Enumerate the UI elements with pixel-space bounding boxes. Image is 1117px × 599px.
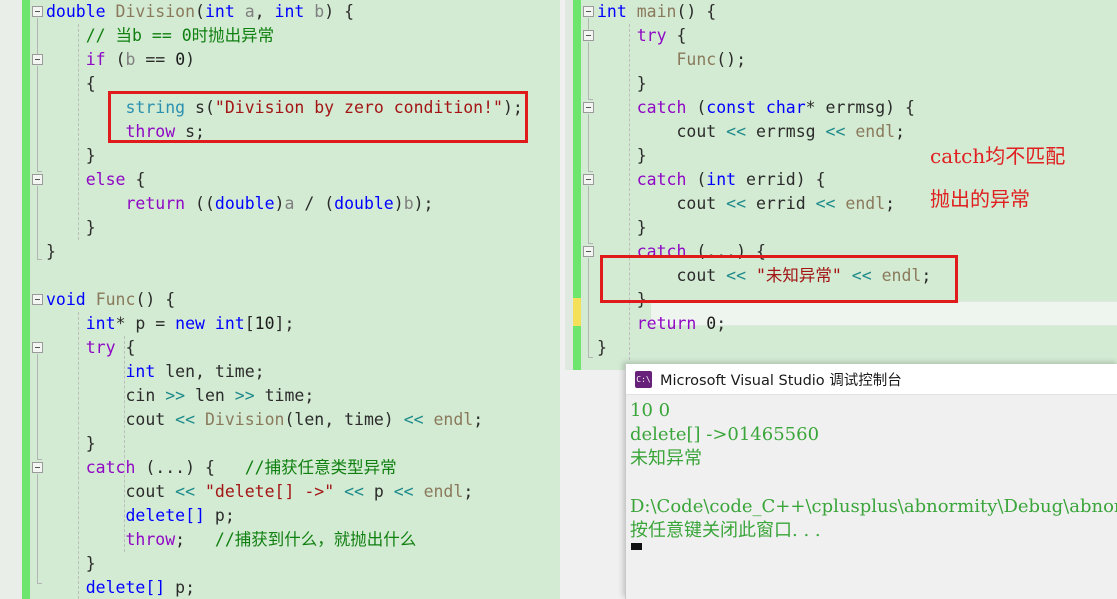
console-line: 未知异常 xyxy=(630,448,702,469)
thrown-exception-note: 抛出的异常 xyxy=(930,187,1030,211)
console-output-area[interactable]: 10 0 delete[] ->01465560 未知异常 D:\Code\co… xyxy=(626,395,1117,599)
console-line: delete[] ->01465560 xyxy=(630,424,820,445)
code-editor-left-pane[interactable]: double Division(int a, int b) { // 当b ==… xyxy=(0,0,560,599)
code-editor-right-pane[interactable]: int main() { try { Func(); } catch (cons… xyxy=(565,0,1117,370)
left-code-text: double Division(int a, int b) { // 当b ==… xyxy=(46,2,523,597)
vs-debug-console-window[interactable]: C:\ Microsoft Visual Studio 调试控制台 10 0 d… xyxy=(625,364,1117,599)
console-line: 按任意键关闭此窗口. . . xyxy=(630,520,821,541)
console-line: D:\Code\code_C++\cplusplus\abnormity\Deb… xyxy=(630,496,1117,517)
console-title: Microsoft Visual Studio 调试控制台 xyxy=(660,372,902,389)
right-code-text: int main() { try { Func(); } catch (cons… xyxy=(597,2,932,357)
console-app-icon: C:\ xyxy=(635,370,652,388)
console-line: 10 0 xyxy=(630,400,671,421)
catch-mismatch-note: catch均不匹配 xyxy=(930,144,1066,168)
console-cursor xyxy=(631,543,642,550)
console-title-bar[interactable]: C:\ Microsoft Visual Studio 调试控制台 xyxy=(626,364,1117,395)
